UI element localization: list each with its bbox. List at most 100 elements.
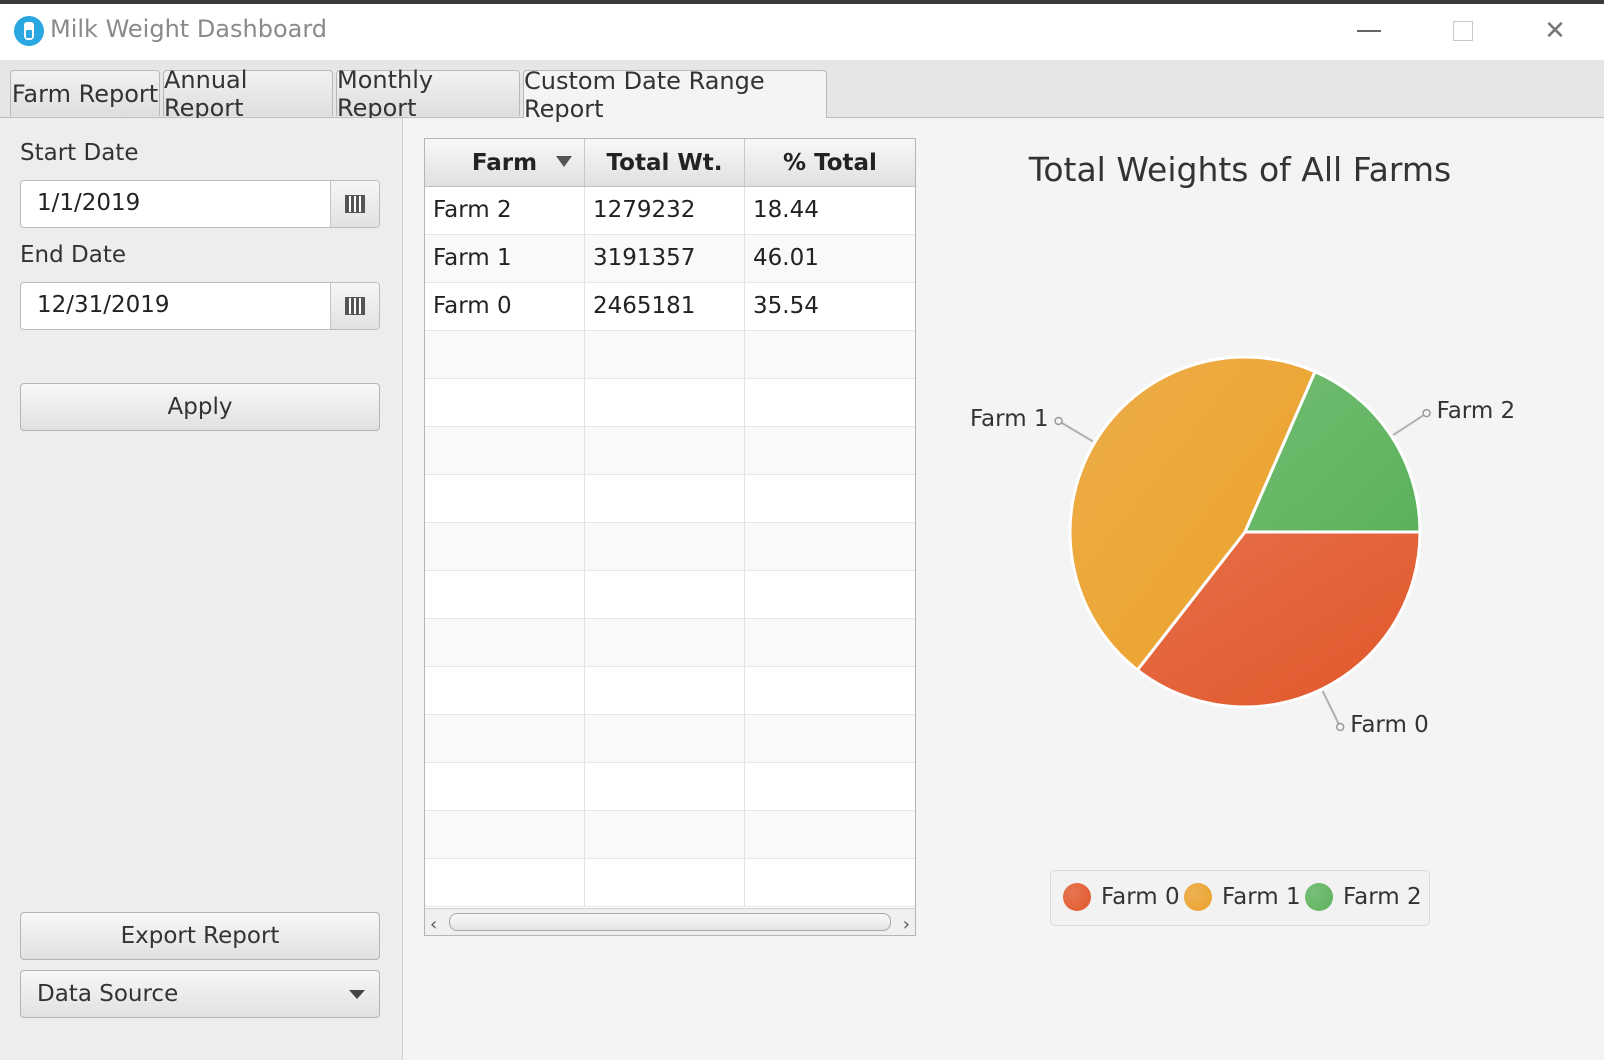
table-cell <box>585 763 745 810</box>
legend-swatch <box>1184 883 1212 911</box>
pie-slice-farm-0 <box>1135 530 1422 709</box>
end-date-calendar-button[interactable] <box>330 283 379 329</box>
tab-annual-report[interactable]: Annual Report <box>163 66 333 122</box>
table-row[interactable]: Farm 1 3191357 46.01 <box>425 235 915 283</box>
calendar-icon <box>346 196 364 212</box>
table-cell <box>745 763 915 810</box>
table-cell <box>745 619 915 666</box>
table-cell <box>585 475 745 522</box>
minimize-icon <box>1357 30 1381 32</box>
window-title: Milk Weight Dashboard <box>50 15 328 43</box>
apply-button[interactable]: Apply <box>20 383 380 431</box>
empty-table-row[interactable] <box>425 331 915 379</box>
empty-table-row[interactable] <box>425 811 915 859</box>
table-cell: 3191357 <box>585 235 745 282</box>
farm-totals-table: Farm Total Wt. % Total Farm 2 1279232 18.4… <box>424 138 916 936</box>
empty-table-row[interactable] <box>425 667 915 715</box>
empty-table-row[interactable] <box>425 475 915 523</box>
table-cell <box>425 523 585 570</box>
end-date-picker[interactable]: 12/31/2019 <box>20 282 380 330</box>
table-cell <box>425 859 585 906</box>
column-header-percent-total[interactable]: % Total <box>745 139 915 186</box>
start-date-calendar-button[interactable] <box>330 181 379 227</box>
column-header-farm[interactable]: Farm <box>425 139 585 186</box>
pie-slice-farm-1 <box>1068 355 1318 673</box>
table-cell <box>745 667 915 714</box>
empty-table-row[interactable] <box>425 379 915 427</box>
table-cell: 35.54 <box>753 293 819 319</box>
chevron-down-icon <box>349 990 365 999</box>
table-row[interactable]: Farm 0 2465181 35.54 <box>425 283 915 331</box>
pie-label: Farm 0 <box>1350 712 1429 738</box>
table-cell <box>425 475 585 522</box>
table-cell: 2465181 <box>585 283 745 330</box>
data-source-label: Data Source <box>37 981 179 1007</box>
table-cell: 1279232 <box>585 187 745 234</box>
scrollbar-thumb[interactable] <box>449 913 891 931</box>
legend-label: Farm 1 <box>1222 884 1301 910</box>
empty-table-row[interactable] <box>425 619 915 667</box>
empty-table-row[interactable] <box>425 715 915 763</box>
chart-legend: Farm 0 Farm 1 Farm 2 <box>1050 870 1430 926</box>
export-report-button[interactable]: Export Report <box>20 912 380 960</box>
table-cell <box>425 619 585 666</box>
legend-item: Farm 2 <box>1305 883 1422 911</box>
minimize-button[interactable] <box>1344 12 1394 50</box>
sort-descending-icon <box>556 156 572 167</box>
table-cell <box>745 331 915 378</box>
legend-swatch <box>1063 883 1091 911</box>
table-cell <box>585 427 745 474</box>
pie-label: Farm 1 <box>969 405 1049 432</box>
end-date-label: End Date <box>20 242 126 268</box>
maximize-button[interactable] <box>1438 12 1488 50</box>
empty-table-row[interactable] <box>425 763 915 811</box>
table-cell <box>745 379 915 426</box>
table-cell <box>585 523 745 570</box>
table-cell <box>585 619 745 666</box>
legend-swatch <box>1305 883 1333 911</box>
table-cell <box>745 427 915 474</box>
table-cell <box>425 379 585 426</box>
tab-monthly-report[interactable]: Monthly Report <box>336 66 520 122</box>
legend-label: Farm 0 <box>1101 884 1180 910</box>
legend-item: Farm 1 <box>1184 883 1301 911</box>
pie-leader-line <box>1392 412 1428 436</box>
table-cell: Farm 0 <box>425 283 585 330</box>
end-date-value[interactable]: 12/31/2019 <box>37 292 170 318</box>
table-cell <box>425 667 585 714</box>
chart-title: Total Weights of All Farms <box>1028 150 1452 189</box>
table-body: Farm 2 1279232 18.44 Farm 1 3191357 46.01 Farm… <box>425 187 915 907</box>
column-header-total-wt[interactable]: Total Wt. <box>585 139 745 186</box>
tab-custom-date-range-report[interactable]: Custom Date Range Report <box>523 67 827 123</box>
empty-table-row[interactable] <box>425 571 915 619</box>
title-bar: Milk Weight Dashboard ✕ <box>0 0 1604 61</box>
table-cell <box>745 523 915 570</box>
table-row[interactable]: Farm 2 1279232 18.44 <box>425 187 915 235</box>
table-cell <box>745 715 915 762</box>
table-cell <box>585 667 745 714</box>
horizontal-scrollbar[interactable]: ‹ › <box>425 908 915 935</box>
scroll-right-icon[interactable]: › <box>903 914 910 935</box>
close-icon: ✕ <box>1544 16 1566 46</box>
table-cell <box>745 859 915 906</box>
close-button[interactable]: ✕ <box>1530 12 1580 50</box>
milk-bottle-icon <box>14 16 44 46</box>
table-cell <box>425 763 585 810</box>
empty-table-row[interactable] <box>425 427 915 475</box>
table-cell: Farm 2 <box>425 187 585 234</box>
table-cell <box>425 571 585 618</box>
start-date-value[interactable]: 1/1/2019 <box>37 190 140 216</box>
window-top-edge <box>0 0 1604 4</box>
pie-leader-dot <box>1422 408 1431 418</box>
table-cell: 46.01 <box>753 245 819 271</box>
empty-table-row[interactable] <box>425 859 915 907</box>
start-date-picker[interactable]: 1/1/2019 <box>20 180 380 228</box>
maximize-icon <box>1453 21 1473 41</box>
pie-leader-line <box>1058 420 1094 443</box>
empty-table-row[interactable] <box>425 523 915 571</box>
tab-farm-report[interactable]: Farm Report <box>10 70 160 116</box>
scroll-left-icon[interactable]: ‹ <box>430 914 437 935</box>
data-source-dropdown[interactable]: Data Source <box>20 970 380 1018</box>
column-header-farm-label: Farm <box>471 149 538 176</box>
table-cell <box>585 859 745 906</box>
